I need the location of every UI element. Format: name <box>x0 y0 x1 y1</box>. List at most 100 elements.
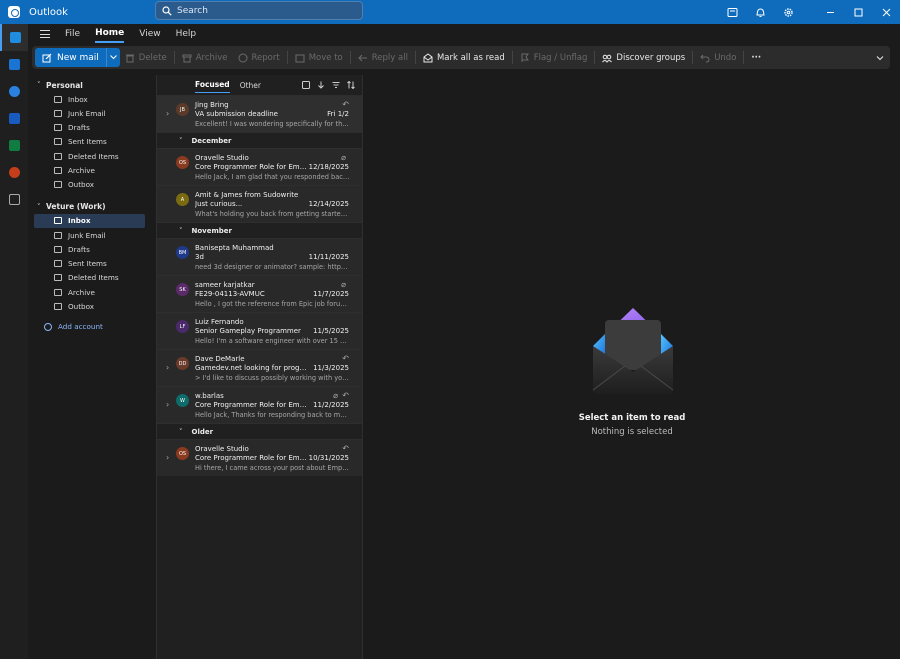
inbox-icon <box>54 217 62 225</box>
settings-gear-icon[interactable] <box>774 0 802 24</box>
search-input[interactable] <box>177 5 357 16</box>
rail-word-icon[interactable] <box>0 105 28 132</box>
tab-file[interactable]: File <box>65 26 80 42</box>
list-item[interactable]: SK sameer karjatkar ⌀ FE29-04113-AVMUC 1… <box>157 275 362 312</box>
folder-item-sent[interactable]: Sent Items <box>34 135 145 149</box>
jump-to-icon[interactable] <box>316 80 326 90</box>
folder-item-outbox[interactable]: Outbox <box>34 178 145 192</box>
folder-item-archive[interactable]: Archive <box>34 285 145 299</box>
move-to-label: Move to <box>308 52 343 63</box>
group-header-november[interactable]: ˅ November <box>157 222 362 238</box>
ribbon-divider <box>743 51 745 64</box>
expand-thread-chevron-icon[interactable]: › <box>166 109 169 118</box>
rail-apps-icon[interactable] <box>0 186 28 213</box>
rail-people-icon[interactable] <box>0 78 28 105</box>
folder-item-deleted[interactable]: Deleted Items <box>34 149 145 163</box>
group-header-december[interactable]: ˅ December <box>157 132 362 148</box>
list-item[interactable]: › W w.barlas ⌀ ↶ Core Programmer Role fo… <box>157 386 362 423</box>
tab-other[interactable]: Other <box>240 78 261 93</box>
mark-all-read-button[interactable]: Mark all as read <box>418 46 510 69</box>
flag-unflag-button[interactable]: Flag / Unflag <box>515 46 593 69</box>
close-icon[interactable] <box>872 0 900 24</box>
search-box[interactable] <box>155 1 363 20</box>
group-header-older[interactable]: ˅ Older <box>157 423 362 439</box>
folder-item-drafts[interactable]: Drafts <box>34 121 145 135</box>
rail-mail-icon[interactable] <box>0 24 28 51</box>
discover-groups-button[interactable]: Discover groups <box>597 46 690 69</box>
expand-thread-chevron-icon[interactable]: › <box>166 400 169 409</box>
rail-calendar-icon[interactable] <box>0 51 28 78</box>
message-date: 11/3/2025 <box>313 364 349 372</box>
list-item[interactable]: › OS Oravelle Studio ↶ Core Programmer R… <box>157 439 362 476</box>
avatar-initials: A <box>180 196 185 203</box>
move-to-button[interactable]: Move to <box>290 46 348 69</box>
folder-label: Archive <box>68 287 95 297</box>
reply-all-button[interactable]: Reply all <box>353 46 413 69</box>
undo-button[interactable]: Undo <box>695 46 741 69</box>
message-preview: Hello Jack, I am glad that you responded… <box>195 173 350 181</box>
message-date: Fri 1/2 <box>327 110 349 118</box>
list-item[interactable]: LF Luiz Fernando Senior Gameplay Program… <box>157 312 362 349</box>
account-work[interactable]: ˅ Veture (Work) <box>28 200 155 214</box>
tab-home[interactable]: Home <box>95 25 125 43</box>
list-item[interactable]: › JB Jing Bring ↶ VA submission deadline… <box>157 95 362 132</box>
folder-item-archive[interactable]: Archive <box>34 163 145 177</box>
folder-item-drafts[interactable]: Drafts <box>34 242 145 256</box>
folder-label: Inbox <box>68 216 91 226</box>
maximize-icon[interactable] <box>844 0 872 24</box>
hamburger-icon[interactable] <box>40 30 50 38</box>
tab-focused[interactable]: Focused <box>195 77 230 93</box>
message-preview: > I'd like to discuss possibly working w… <box>195 374 350 382</box>
list-item[interactable]: BM Banisepta Muhammad 3d 11/11/2025 need… <box>157 238 362 275</box>
more-options-button[interactable]: ··· <box>746 46 766 69</box>
ribbon-divider <box>594 51 596 64</box>
minimize-icon[interactable] <box>816 0 844 24</box>
delete-button[interactable]: Delete <box>120 46 172 69</box>
flag-unflag-label: Flag / Unflag <box>533 52 588 63</box>
folder-item-inbox[interactable]: Inbox <box>34 213 145 228</box>
folder-label: Inbox <box>68 94 88 104</box>
undo-icon <box>700 54 710 62</box>
message-sender: Dave DeMarle <box>195 355 245 363</box>
report-button[interactable]: Report <box>233 46 285 69</box>
tab-view[interactable]: View <box>139 26 160 42</box>
account-personal[interactable]: ˅ Personal <box>28 78 155 92</box>
folder-item-outbox[interactable]: Outbox <box>34 299 145 313</box>
expand-thread-chevron-icon[interactable]: › <box>166 363 169 372</box>
message-sender: Banisepta Muhammad <box>195 244 274 252</box>
folder-item-junk[interactable]: Junk Email <box>34 106 145 120</box>
open-envelope-illustration-icon <box>592 308 674 394</box>
new-mail-button[interactable]: New mail <box>35 48 120 67</box>
message-subject: VA submission deadline <box>195 110 278 118</box>
archive-button[interactable]: Archive <box>177 46 233 69</box>
message-date: 10/31/2025 <box>308 454 349 462</box>
folder-item-junk[interactable]: Junk Email <box>34 228 145 242</box>
new-mail-label: New mail <box>57 52 99 63</box>
tab-help[interactable]: Help <box>176 26 197 42</box>
group-label: November <box>191 226 232 235</box>
filter-icon[interactable] <box>331 80 341 90</box>
folder-item-deleted[interactable]: Deleted Items <box>34 271 145 285</box>
rail-excel-icon[interactable] <box>0 132 28 159</box>
select-checkbox-icon[interactable] <box>301 80 311 90</box>
expand-ribbon-chevron-icon[interactable] <box>870 46 890 69</box>
reply-all-icon <box>358 54 367 61</box>
message-subject: 3d <box>195 253 204 261</box>
add-account-link[interactable]: Add account <box>28 320 155 334</box>
expand-thread-chevron-icon[interactable]: › <box>166 453 169 462</box>
message-sender: Oravelle Studio <box>195 154 249 162</box>
archive-icon <box>54 166 62 174</box>
folder-item-inbox[interactable]: Inbox <box>34 92 145 106</box>
outbox-icon <box>54 302 62 310</box>
rail-powerpoint-icon[interactable] <box>0 159 28 186</box>
new-mail-dropdown-chevron-icon[interactable] <box>107 48 120 67</box>
notifications-bell-icon[interactable] <box>746 0 774 24</box>
message-date: 11/7/2025 <box>313 290 349 298</box>
list-item[interactable]: OS Oravelle Studio ⌀ Core Programmer Rol… <box>157 148 362 185</box>
list-item[interactable]: › DD Dave DeMarle ↶ Gamedev.net looking … <box>157 349 362 386</box>
empty-state-subtitle: Nothing is selected <box>591 427 673 437</box>
sort-icon[interactable] <box>346 80 356 90</box>
list-item[interactable]: A Amit & James from Sudowrite Just curio… <box>157 185 362 222</box>
my-day-icon[interactable] <box>718 0 746 24</box>
folder-item-sent[interactable]: Sent Items <box>34 257 145 271</box>
